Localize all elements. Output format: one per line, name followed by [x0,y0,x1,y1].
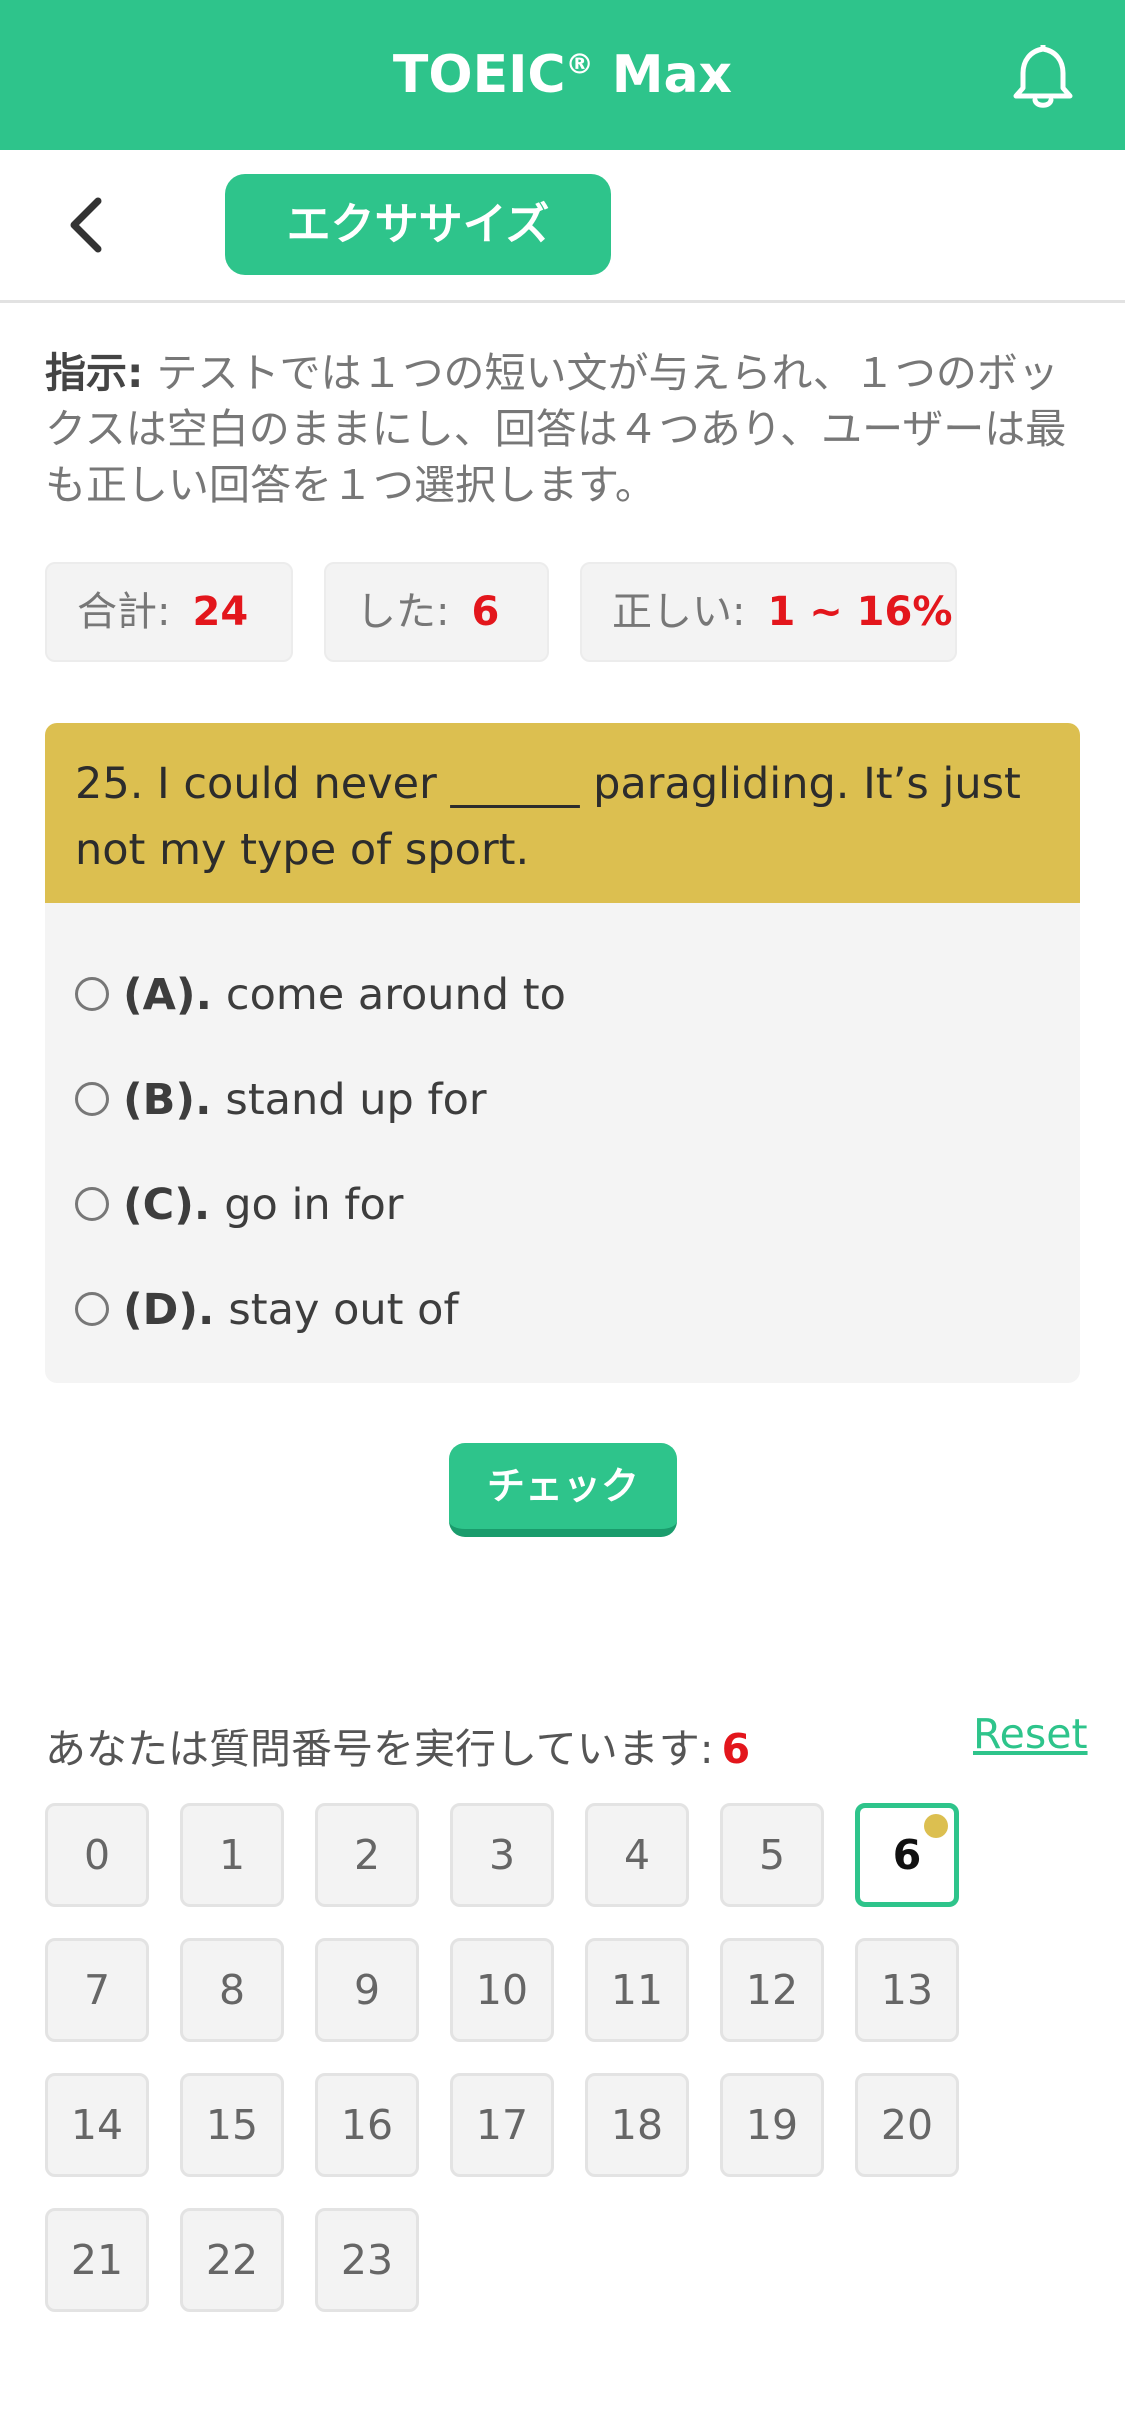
stat-correct-value: 1 ~ 16% [767,589,953,635]
question-number-button[interactable]: 17 [450,2073,554,2177]
question-number-button[interactable]: 4 [585,1803,689,1907]
question-number-button[interactable]: 12 [720,1938,824,2042]
question-number-button[interactable]: 2 [315,1803,419,1907]
question-number-button[interactable]: 8 [180,1938,284,2042]
exercise-tab-button[interactable]: エクササイズ [225,174,611,275]
question-number-button[interactable]: 6 [855,1803,959,1907]
reset-link[interactable]: Reset [973,1710,1088,1758]
question-number-button[interactable]: 18 [585,2073,689,2177]
option-d[interactable]: (D). stay out of [75,1275,459,1345]
radio-button[interactable] [75,1291,109,1326]
answer-options: (A). come around to (B). stand up for (C).… [45,903,1080,1383]
question-number-button[interactable]: 9 [315,1938,419,2042]
question-number-button[interactable]: 13 [855,1938,959,2042]
app-title: TOEIC® Max [392,45,733,105]
question-number-button[interactable]: 1 [180,1803,284,1907]
question-text: 25. I could never ______ paragliding. It… [45,723,1080,903]
question-number-button[interactable]: 14 [45,2073,149,2177]
stat-correct: 正しい: 1 ~ 16% [580,562,957,662]
instructions: 指示: テストでは１つの短い文が与えられ、１つのボックスは空白のままにし、回答は… [45,345,1080,513]
question-number-button[interactable]: 19 [720,2073,824,2177]
bell-icon[interactable] [1010,40,1076,110]
question-number-button[interactable]: 0 [45,1803,149,1907]
option-c[interactable]: (C). go in for [75,1170,403,1240]
app-bar: TOEIC® Max [0,0,1125,150]
question-number-button[interactable]: 3 [450,1803,554,1907]
progress-label: あなたは質問番号を実行しています: 6 [45,1725,751,1773]
question-number-grid: 0 1 2 3 4 5 6 7 8 9 10 11 12 13 14 15 16 17 18 19 20 21 22 23 [45,1803,1080,2323]
question-number-button[interactable]: 5 [720,1803,824,1907]
question-number-button[interactable]: 16 [315,2073,419,2177]
stat-total-value: 24 [192,589,249,635]
current-indicator-dot [924,1814,948,1838]
radio-button[interactable] [75,1186,109,1221]
radio-button[interactable] [75,1081,109,1116]
option-b[interactable]: (B). stand up for [75,1065,487,1135]
option-a[interactable]: (A). come around to [75,960,566,1030]
instructions-label: 指示: [45,349,144,397]
stat-done: した: 6 [324,562,549,662]
stat-total: 合計: 24 [45,562,293,662]
stat-done-value: 6 [471,589,500,635]
question-number-button[interactable]: 7 [45,1938,149,2042]
question-number-button[interactable]: 11 [585,1938,689,2042]
toolbar: エクササイズ [0,150,1125,303]
question-number-button[interactable]: 23 [315,2208,419,2312]
chevron-left-icon[interactable] [62,195,112,255]
question-number-button[interactable]: 21 [45,2208,149,2312]
current-question-number: 6 [721,1725,751,1773]
check-button[interactable]: チェック [449,1443,677,1537]
question-number-button[interactable]: 22 [180,2208,284,2312]
question-number-button[interactable]: 15 [180,2073,284,2177]
instructions-text: テストでは１つの短い文が与えられ、１つのボックスは空白のままにし、回答は４つあり… [45,349,1067,509]
question-number-button[interactable]: 10 [450,1938,554,2042]
radio-button[interactable] [75,976,109,1011]
question-number-button[interactable]: 20 [855,2073,959,2177]
